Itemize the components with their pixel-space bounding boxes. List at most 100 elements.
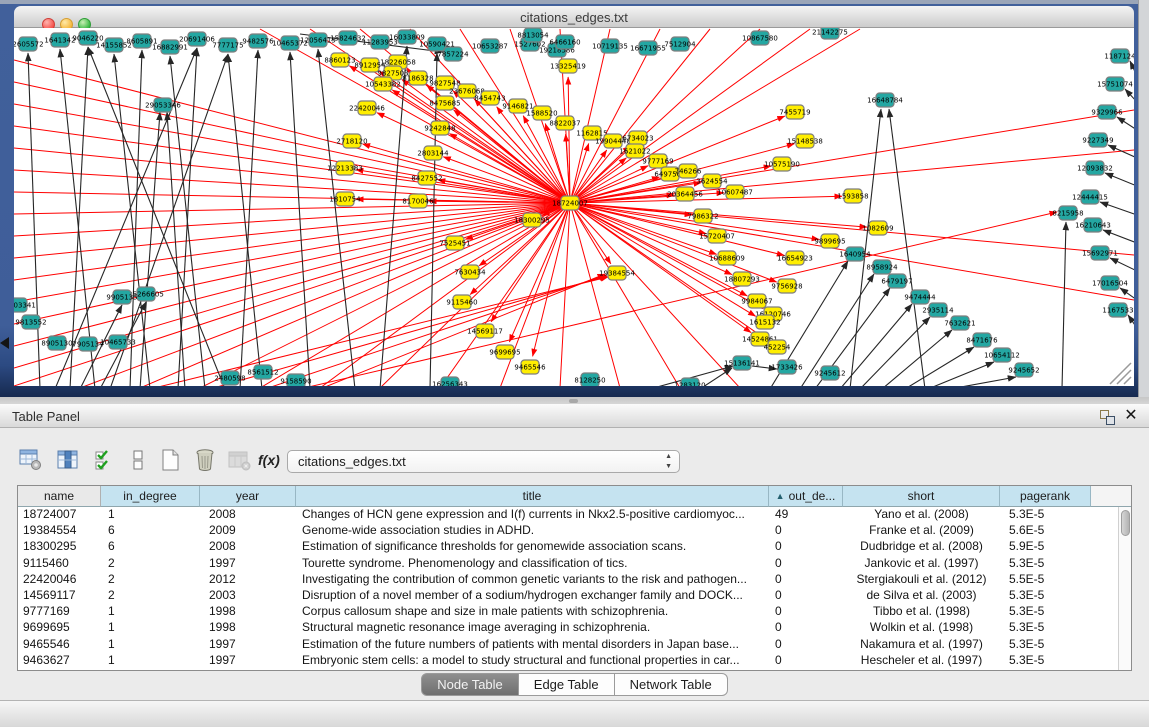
- graph-edge-black[interactable]: [1105, 173, 1134, 186]
- table-cell[interactable]: 19384554: [18, 523, 101, 539]
- delete-table-icon[interactable]: [227, 448, 255, 474]
- graph-edge-black[interactable]: [178, 48, 197, 386]
- table-cell[interactable]: 22420046: [18, 572, 101, 588]
- table-cell[interactable]: Wolkin et al. (1998): [843, 620, 1000, 636]
- table-cell[interactable]: 1997: [200, 556, 296, 572]
- table-cell[interactable]: 5.3E-5: [1000, 653, 1091, 669]
- select-columns-icon[interactable]: [92, 448, 120, 474]
- table-cell[interactable]: 2: [101, 572, 200, 588]
- table-cell[interactable]: 0: [769, 572, 843, 588]
- table-row[interactable]: 2242004622012Investigating the contribut…: [18, 572, 1118, 588]
- table-cell[interactable]: 9465546: [18, 637, 101, 653]
- table-cell[interactable]: Jankovic et al. (1997): [843, 556, 1000, 572]
- graph-edge-black[interactable]: [228, 54, 262, 386]
- table-cell[interactable]: 5.3E-5: [1000, 604, 1091, 620]
- table-cell[interactable]: 2012: [200, 572, 296, 588]
- table-cell[interactable]: 5.3E-5: [1000, 588, 1091, 604]
- column-header-short[interactable]: short: [843, 486, 1000, 507]
- table-row[interactable]: 946554611997Estimation of the future num…: [18, 637, 1118, 653]
- graph-edge-black[interactable]: [167, 112, 185, 386]
- graph-edge-black[interactable]: [860, 317, 930, 386]
- table-cell[interactable]: 2: [101, 556, 200, 572]
- table-cell[interactable]: 5.3E-5: [1000, 507, 1091, 523]
- panel-splitter[interactable]: [0, 397, 1149, 404]
- column-header-title[interactable]: title: [296, 486, 769, 507]
- table-cell[interactable]: 18724007: [18, 507, 101, 523]
- table-row[interactable]: 1938455462009Genome-wide association stu…: [18, 523, 1118, 539]
- table-cell[interactable]: 6: [101, 523, 200, 539]
- table-cell[interactable]: Structural magnetic resonance image aver…: [296, 620, 769, 636]
- table-cell[interactable]: 0: [769, 604, 843, 620]
- table-cell[interactable]: 1998: [200, 604, 296, 620]
- table-cell[interactable]: Tourette syndrome. Phenomenology and cla…: [296, 556, 769, 572]
- table-cell[interactable]: 2008: [200, 507, 296, 523]
- graph-edge-black[interactable]: [1117, 117, 1134, 130]
- table-cell[interactable]: 1: [101, 620, 200, 636]
- table-cell[interactable]: Nakamura et al. (1997): [843, 637, 1000, 653]
- canvas-resize-grip[interactable]: [1110, 363, 1131, 384]
- graph-edge-black[interactable]: [950, 377, 1016, 386]
- table-cell[interactable]: 9777169: [18, 604, 101, 620]
- table-cell[interactable]: 2008: [200, 539, 296, 555]
- table-cell[interactable]: Estimation of the future numbers of pati…: [296, 637, 769, 653]
- table-cell[interactable]: Investigating the contribution of common…: [296, 572, 769, 588]
- column-header-year[interactable]: year: [200, 486, 296, 507]
- scrollbar-thumb[interactable]: [1121, 510, 1130, 536]
- table-row[interactable]: 911546021997Tourette syndrome. Phenomeno…: [18, 556, 1118, 572]
- table-cell[interactable]: 0: [769, 653, 843, 669]
- table-cell[interactable]: 5.6E-5: [1000, 523, 1091, 539]
- graph-edge-red[interactable]: [14, 203, 570, 280]
- table-cell[interactable]: 1998: [200, 620, 296, 636]
- graph-edge-red[interactable]: [14, 203, 570, 236]
- table-cell[interactable]: Stergiakouli et al. (2012): [843, 572, 1000, 588]
- column-header-out_de[interactable]: ▲out_de...: [769, 486, 843, 507]
- graph-edge-black[interactable]: [1130, 61, 1134, 76]
- graph-edge-red[interactable]: [560, 203, 570, 386]
- table-cell[interactable]: 49: [769, 507, 843, 523]
- table-cell[interactable]: 9463627: [18, 653, 101, 669]
- table-cell[interactable]: 14569117: [18, 588, 101, 604]
- graph-edge-black[interactable]: [889, 109, 925, 386]
- table-cell[interactable]: 9115460: [18, 556, 101, 572]
- table-cell[interactable]: 5.3E-5: [1000, 556, 1091, 572]
- table-cell[interactable]: 0: [769, 523, 843, 539]
- graph-edge-red[interactable]: [14, 170, 570, 203]
- table-cell[interactable]: 5.5E-5: [1000, 572, 1091, 588]
- table-cell[interactable]: de Silva et al. (2003): [843, 588, 1000, 604]
- column-visibility-icon[interactable]: [55, 448, 83, 474]
- graph-edge-red[interactable]: [570, 203, 680, 386]
- table-row[interactable]: 946362711997Embryonic stem cells: a mode…: [18, 653, 1118, 669]
- row-height-icon[interactable]: [126, 448, 154, 474]
- graph-edge-red[interactable]: [14, 203, 570, 324]
- column-header-name[interactable]: name: [18, 486, 101, 507]
- table-cell[interactable]: 2: [101, 588, 200, 604]
- graph-edge-black[interactable]: [1128, 315, 1134, 328]
- table-row[interactable]: 969969511998Structural magnetic resonanc…: [18, 620, 1118, 636]
- table-selector-dropdown[interactable]: citations_edges.txt ▲▼: [287, 450, 680, 473]
- table-cell[interactable]: 5.9E-5: [1000, 539, 1091, 555]
- float-panel-icon[interactable]: [1100, 410, 1116, 425]
- table-cell[interactable]: Dudbridge et al. (2008): [843, 539, 1000, 555]
- table-cell[interactable]: Hescheler et al. (1997): [843, 653, 1000, 669]
- column-header-in_degree[interactable]: in_degree: [101, 486, 200, 507]
- table-cell[interactable]: 0: [769, 637, 843, 653]
- table-cell[interactable]: 1997: [200, 653, 296, 669]
- table-row[interactable]: 977716911998Corpus callosum shape and si…: [18, 604, 1118, 620]
- table-cell[interactable]: 5.3E-5: [1000, 637, 1091, 653]
- table-cell[interactable]: Changes of HCN gene expression and I(f) …: [296, 507, 769, 523]
- table-cell[interactable]: 1: [101, 653, 200, 669]
- table-cell[interactable]: Genome-wide association studies in ADHD.: [296, 523, 769, 539]
- table-cell[interactable]: 2009: [200, 523, 296, 539]
- table-mode-icon[interactable]: [18, 448, 46, 474]
- table-cell[interactable]: 1: [101, 604, 200, 620]
- graph-edge-black[interactable]: [1100, 202, 1134, 215]
- graph-edge-red[interactable]: [300, 212, 1057, 386]
- tab-edge-table[interactable]: Edge Table: [519, 673, 615, 696]
- table-cell[interactable]: Tibbo et al. (1998): [843, 604, 1000, 620]
- close-panel-icon[interactable]: ✕: [1124, 407, 1138, 425]
- table-cell[interactable]: 9699695: [18, 620, 101, 636]
- splitter-handle[interactable]: [569, 399, 578, 403]
- function-builder-icon[interactable]: f(x): [258, 452, 286, 478]
- graph-edge-black[interactable]: [70, 47, 88, 386]
- table-cell[interactable]: 5.3E-5: [1000, 620, 1091, 636]
